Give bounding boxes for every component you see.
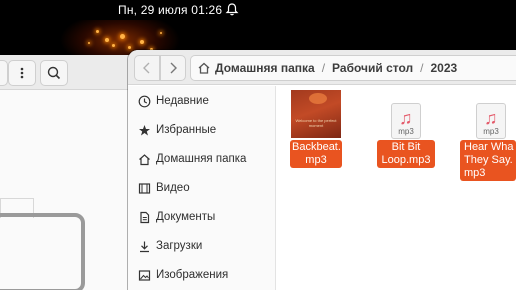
- path-segment-desktop[interactable]: Рабочий стол: [332, 61, 413, 75]
- sidebar-item-label: Избранные: [156, 124, 217, 136]
- file-manager-header: Домашняя папка / Рабочий стол / 2023: [128, 50, 516, 85]
- chevron-left-icon: [143, 62, 150, 74]
- file-manager-window[interactable]: Домашняя папка / Рабочий стол / 2023 Нед…: [128, 50, 516, 290]
- file-name-label: Hear Wha They Say. mp3: [460, 140, 516, 181]
- sidebar: Недавние Избранные Домашняя папка Видео …: [128, 86, 276, 290]
- file-name-label: Backbeat. mp3: [290, 140, 342, 168]
- background-window-header: [0, 55, 140, 90]
- sidebar-item-label: Видео: [156, 182, 190, 194]
- sidebar-item-favorites[interactable]: Избранные: [128, 119, 276, 141]
- album-art-text: Welcome to the perfect moment: [295, 118, 337, 128]
- sidebar-item-recent[interactable]: Недавние: [128, 90, 276, 112]
- sidebar-item-home[interactable]: Домашняя папка: [128, 148, 276, 170]
- path-separator: /: [420, 61, 424, 75]
- music-note-icon: ♫: [399, 108, 413, 128]
- file-extension: mp3: [398, 127, 414, 136]
- sidebar-item-downloads[interactable]: Загрузки: [128, 235, 276, 257]
- sidebar-item-label: Изображения: [156, 269, 229, 281]
- file-name-label: Bit Bit Loop.mp3: [377, 140, 435, 168]
- vertical-dots-icon: [20, 67, 24, 79]
- chevron-right-icon: [170, 62, 177, 74]
- file-item-hear-what-they-say[interactable]: ♫ mp3 Hear Wha They Say. mp3: [460, 86, 516, 181]
- sidebar-item-videos[interactable]: Видео: [128, 177, 276, 199]
- music-note-icon: ♫: [484, 108, 498, 128]
- sidebar-item-label: Документы: [156, 211, 216, 223]
- file-grid: Welcome to the perfect moment Backbeat. …: [277, 86, 516, 290]
- path-bar[interactable]: Домашняя папка / Рабочий стол / 2023: [190, 55, 516, 81]
- back-button[interactable]: [134, 55, 160, 81]
- sidebar-item-label: Домашняя папка: [156, 153, 247, 165]
- folder-outline-icon: [0, 213, 85, 290]
- sidebar-item-label: Загрузки: [156, 240, 203, 252]
- audio-file-icon: ♫ mp3: [476, 103, 506, 139]
- forward-button[interactable]: [160, 55, 186, 81]
- file-item-bit-bit-loop[interactable]: ♫ mp3 Bit Bit Loop.mp3: [367, 86, 437, 168]
- home-icon: [198, 62, 210, 74]
- home-icon: [139, 153, 150, 165]
- film-icon: [138, 182, 151, 194]
- audio-file-icon: ♫ mp3: [391, 103, 421, 139]
- path-segment-current[interactable]: 2023: [430, 61, 457, 75]
- search-icon: [47, 66, 61, 80]
- star-icon: [139, 124, 150, 135]
- sidebar-item-label: Недавние: [156, 95, 209, 107]
- sidebar-item-pictures[interactable]: Изображения: [128, 264, 276, 286]
- alarm-bell-icon[interactable]: [225, 2, 239, 16]
- download-icon: [140, 241, 149, 252]
- document-icon: [140, 211, 150, 223]
- sidebar-item-documents[interactable]: Документы: [128, 206, 276, 228]
- background-window-left-button[interactable]: [0, 60, 8, 86]
- album-art-thumbnail: Welcome to the perfect moment: [291, 90, 341, 138]
- path-separator: /: [321, 61, 326, 75]
- clock-icon: [138, 95, 151, 107]
- date-time[interactable]: Пн, 29 июля 01:26: [118, 3, 222, 17]
- top-bar: Пн, 29 июля 01:26: [0, 0, 516, 20]
- background-window-search-button[interactable]: [40, 60, 68, 86]
- background-window-menu-button[interactable]: [8, 60, 36, 86]
- background-window[interactable]: [0, 55, 140, 290]
- file-extension: mp3: [483, 127, 499, 136]
- path-segment-home[interactable]: Домашняя папка: [215, 61, 315, 75]
- image-icon: [138, 269, 151, 281]
